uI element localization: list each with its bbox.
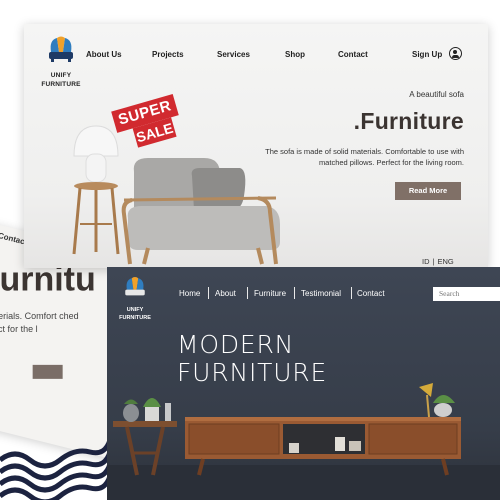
- brand-name-line1: UNIFY: [126, 307, 144, 313]
- hero-title: .Furniture: [353, 108, 464, 134]
- nav-testimonial[interactable]: Testimonial: [301, 289, 341, 298]
- nav-divider: [294, 287, 295, 299]
- nav-home[interactable]: Home: [179, 289, 200, 298]
- lang-divider: |: [432, 257, 435, 266]
- nav-divider: [351, 287, 352, 299]
- lang-eng[interactable]: ENG: [437, 257, 453, 266]
- chair-pillow: [191, 168, 246, 210]
- brand-name-line2: FURNITURE: [119, 315, 151, 321]
- nav-shop[interactable]: Shop: [285, 50, 305, 59]
- lang-id[interactable]: ID: [422, 257, 430, 266]
- top-website-preview: UNIFY FURNITURE About Us Projects Servic…: [24, 24, 488, 268]
- tv-cabinet-scene-illustration: [107, 383, 500, 500]
- search-input[interactable]: [433, 287, 500, 301]
- brand-logo-dark[interactable]: UNIFY FURNITURE: [117, 275, 153, 322]
- sofa-logo-icon: [125, 277, 145, 296]
- lamp-base: [85, 153, 107, 183]
- headline-line1: MODERN: [177, 330, 295, 359]
- user-circle-icon[interactable]: [449, 47, 462, 60]
- bottom-website-preview: UNIFY FURNITURE Home About Furniture Tes…: [107, 267, 500, 500]
- nav-divider: [208, 287, 209, 299]
- read-more-button[interactable]: Read More: [395, 182, 461, 200]
- decorative-waves: [0, 439, 110, 500]
- nav-services[interactable]: Services: [217, 50, 250, 59]
- nav-about[interactable]: About: [215, 289, 236, 298]
- sign-up-link[interactable]: Sign Up: [412, 50, 442, 59]
- nav-furniture[interactable]: Furniture: [254, 289, 286, 298]
- back-read-more-button[interactable]: [32, 364, 63, 379]
- brand-name-line1: UNIFY: [50, 72, 72, 79]
- brand-name-line2: FURNITURE: [41, 81, 81, 88]
- nav-divider: [247, 287, 248, 299]
- nav-contact[interactable]: Contact: [357, 289, 385, 298]
- language-switcher: ID | ENG: [422, 257, 454, 266]
- nav-contact[interactable]: Contact: [338, 50, 368, 59]
- hero-description: The sofa is made of solid materials. Com…: [265, 147, 464, 167]
- hero-tagline: A beautiful sofa: [409, 90, 464, 99]
- chair-seat: [127, 206, 281, 250]
- back-description: e of solid materials. Comfort ched pillo…: [0, 311, 79, 335]
- collage-stage: Contact .Furnitu e of solid materials. C…: [0, 0, 500, 500]
- sofa-logo-icon: [49, 36, 73, 62]
- lamp-shade: [73, 125, 119, 157]
- nav-projects[interactable]: Projects: [152, 50, 184, 59]
- brand-logo[interactable]: UNIFY FURNITURE: [36, 34, 86, 89]
- nav-about-us[interactable]: About Us: [86, 50, 122, 59]
